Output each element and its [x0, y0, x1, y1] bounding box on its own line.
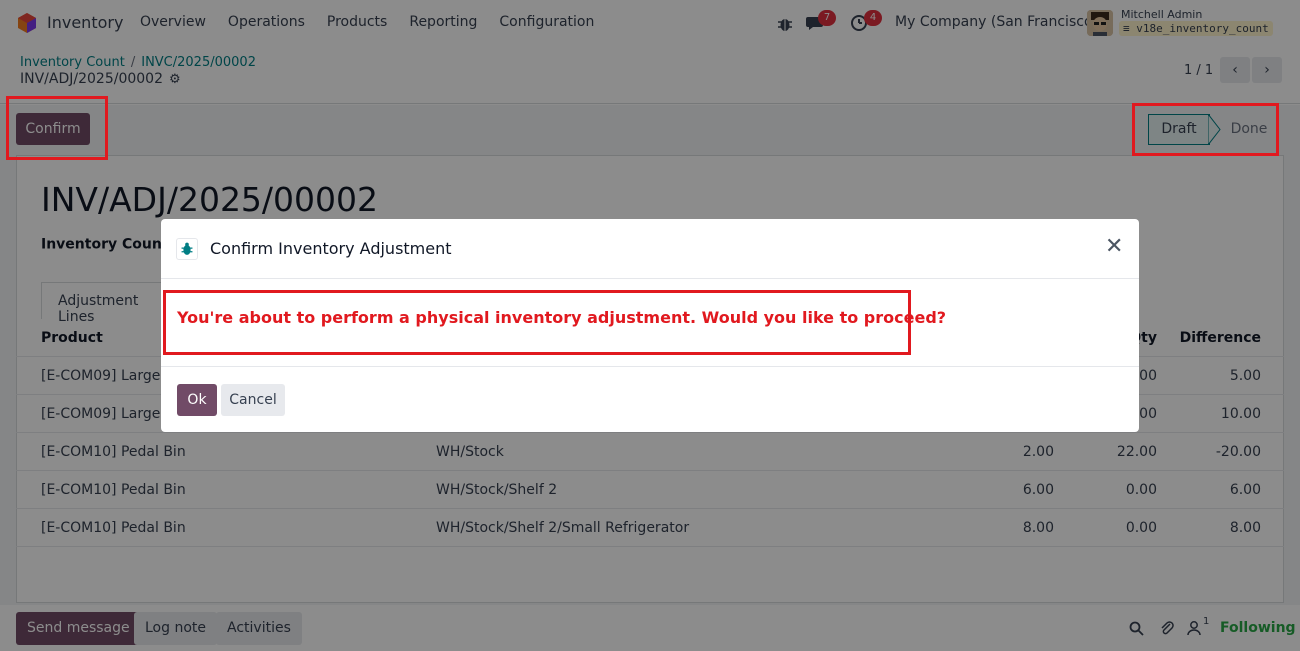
dialog-header: Confirm Inventory Adjustment ✕ — [161, 219, 1139, 279]
bug-icon — [176, 238, 198, 260]
close-icon[interactable]: ✕ — [1105, 236, 1123, 258]
ok-button[interactable]: Ok — [177, 384, 217, 416]
dialog-body: You're about to perform a physical inven… — [161, 279, 1139, 367]
dialog-title: Confirm Inventory Adjustment — [210, 239, 452, 258]
dialog-message: You're about to perform a physical inven… — [177, 308, 947, 327]
confirm-dialog: Confirm Inventory Adjustment ✕ You're ab… — [161, 219, 1139, 432]
cancel-button[interactable]: Cancel — [221, 384, 285, 416]
